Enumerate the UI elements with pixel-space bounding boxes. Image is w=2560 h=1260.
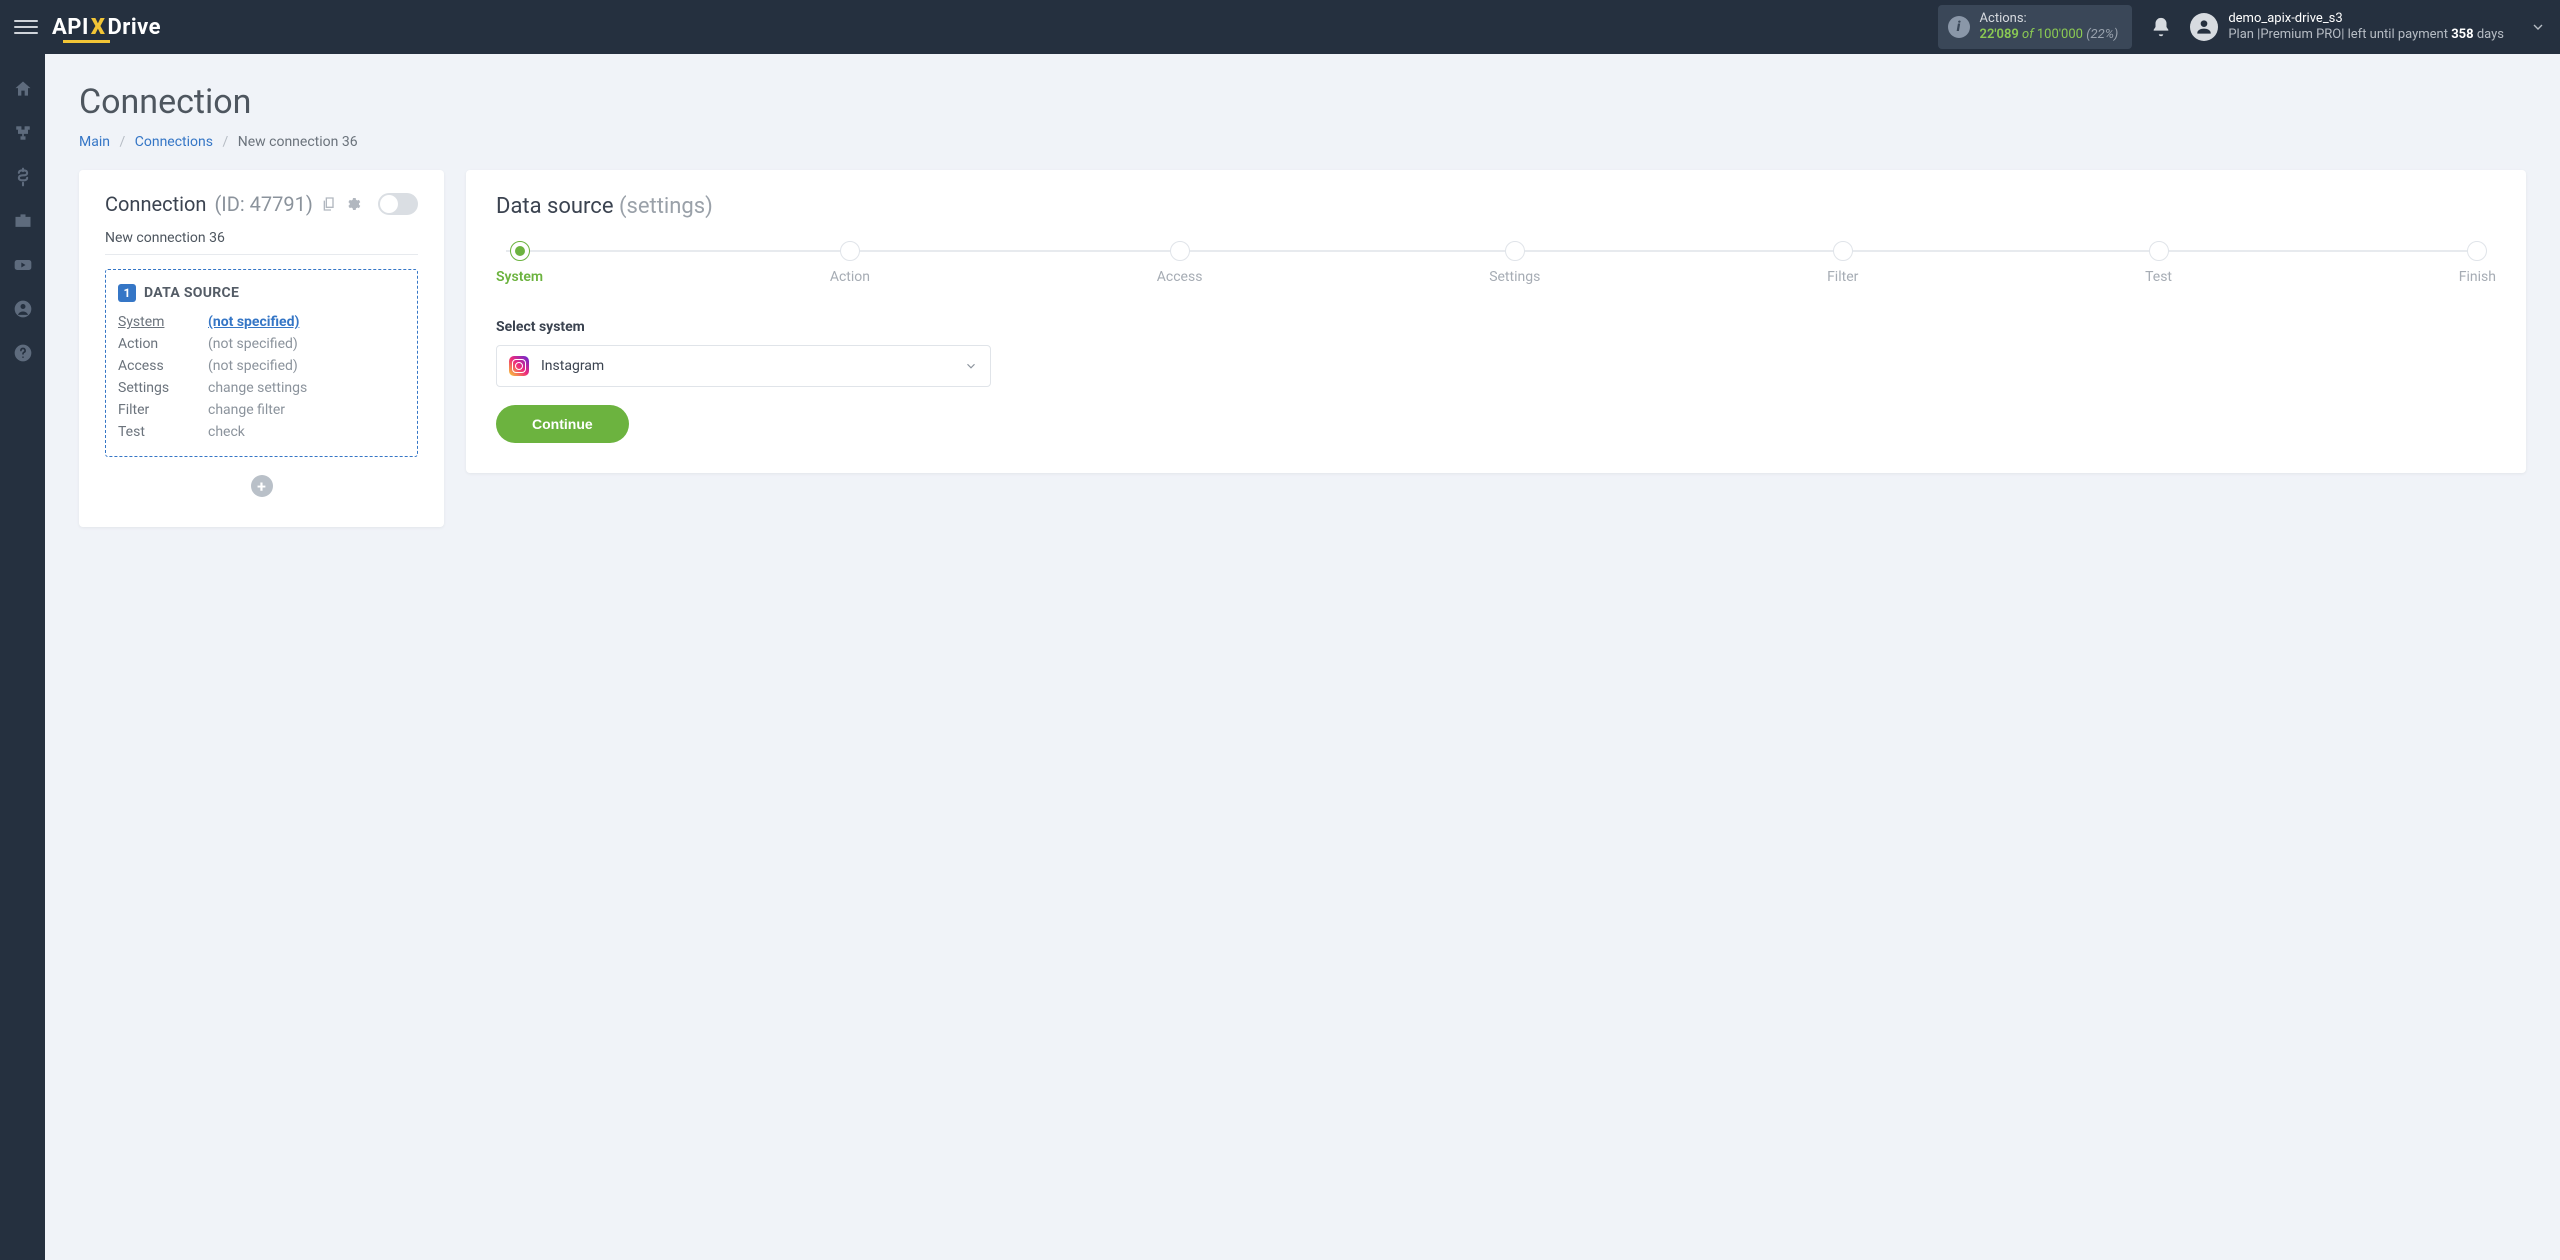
- nav-video-icon[interactable]: [12, 254, 34, 276]
- chevron-down-icon: [2530, 19, 2546, 35]
- step-label: Action: [830, 269, 870, 285]
- header: API X Drive i Actions: 22'089 of 100'000…: [0, 0, 2560, 54]
- ds-row-label: Filter: [118, 402, 208, 418]
- ds-row-label: Test: [118, 424, 208, 440]
- step-label: System: [496, 269, 543, 285]
- connection-summary-card: Connection (ID: 47791) New connection 36…: [79, 170, 444, 527]
- data-source-box: 1 DATA SOURCE System(not specified)Actio…: [105, 269, 418, 457]
- logo-post: Drive: [107, 15, 161, 40]
- step-circle: [840, 241, 860, 261]
- user-menu[interactable]: demo_apix-drive_s3 Plan |Premium PRO| le…: [2190, 11, 2546, 44]
- step-label: Filter: [1827, 269, 1858, 285]
- notifications-icon[interactable]: [2150, 16, 2172, 38]
- step-finish[interactable]: Finish: [2459, 241, 2496, 285]
- breadcrumb: Main / Connections / New connection 36: [79, 134, 2526, 150]
- connection-id: (ID: 47791): [214, 192, 312, 216]
- nav-help-icon[interactable]: [12, 342, 34, 364]
- sidebar: [0, 54, 45, 1260]
- step-circle: [1170, 241, 1190, 261]
- add-destination-button[interactable]: +: [251, 475, 273, 497]
- user-name: demo_apix-drive_s3: [2228, 11, 2504, 27]
- ds-row-value: change settings: [208, 380, 405, 396]
- actions-usage-box[interactable]: i Actions: 22'089 of 100'000 (22%): [1938, 5, 2133, 50]
- chevron-down-icon: [964, 359, 978, 373]
- ds-row-value: (not specified): [208, 336, 405, 352]
- logo-x: X: [91, 15, 106, 40]
- breadcrumb-connections[interactable]: Connections: [135, 134, 213, 150]
- breadcrumb-main[interactable]: Main: [79, 134, 110, 150]
- nav-briefcase-icon[interactable]: [12, 210, 34, 232]
- continue-button[interactable]: Continue: [496, 405, 629, 443]
- step-label: Test: [2145, 269, 2172, 285]
- actions-label: Actions:: [1980, 11, 2119, 27]
- step-action[interactable]: Action: [830, 241, 870, 285]
- connection-heading: Connection: [105, 192, 206, 216]
- ds-row-value[interactable]: (not specified): [208, 314, 405, 330]
- ds-row-value: check: [208, 424, 405, 440]
- ds-row-label: Access: [118, 358, 208, 374]
- step-filter[interactable]: Filter: [1827, 241, 1858, 285]
- breadcrumb-current: New connection 36: [238, 134, 358, 150]
- step-circle: [510, 241, 530, 261]
- ds-row-label: Settings: [118, 380, 208, 396]
- step-access[interactable]: Access: [1157, 241, 1203, 285]
- settings-heading: Data source (settings): [496, 194, 2496, 219]
- logo[interactable]: API X Drive: [52, 15, 161, 40]
- ds-row-value: (not specified): [208, 358, 405, 374]
- ds-row-value: change filter: [208, 402, 405, 418]
- step-label: Access: [1157, 269, 1203, 285]
- step-circle: [2467, 241, 2487, 261]
- select-system-label: Select system: [496, 319, 2496, 335]
- connection-enabled-toggle[interactable]: [378, 193, 418, 215]
- nav-home-icon[interactable]: [12, 78, 34, 100]
- step-settings[interactable]: Settings: [1489, 241, 1540, 285]
- main-content: Connection Main / Connections / New conn…: [45, 54, 2560, 1260]
- ds-row-label: Action: [118, 336, 208, 352]
- step-test[interactable]: Test: [2145, 241, 2172, 285]
- info-icon: i: [1948, 16, 1970, 38]
- nav-connections-icon[interactable]: [12, 122, 34, 144]
- data-source-title: DATA SOURCE: [144, 285, 239, 301]
- system-select[interactable]: Instagram: [496, 345, 991, 387]
- step-circle: [1833, 241, 1853, 261]
- step-label: Finish: [2459, 269, 2496, 285]
- system-select-value: Instagram: [541, 358, 604, 374]
- nav-billing-icon[interactable]: [12, 166, 34, 188]
- nav-account-icon[interactable]: [12, 298, 34, 320]
- user-plan: Plan |Premium PRO| left until payment 35…: [2228, 27, 2504, 43]
- connection-name[interactable]: New connection 36: [105, 230, 418, 255]
- data-source-number: 1: [118, 284, 136, 302]
- instagram-icon: [509, 356, 529, 376]
- ds-row-label: System: [118, 314, 208, 330]
- gear-icon[interactable]: [345, 196, 361, 212]
- data-source-settings-card: Data source (settings) System Action Acces…: [466, 170, 2526, 473]
- step-label: Settings: [1489, 269, 1540, 285]
- step-circle: [2149, 241, 2169, 261]
- stepper: System Action Access Settings Filter Test Fini…: [496, 241, 2496, 285]
- logo-pre: API: [52, 15, 89, 40]
- user-avatar-icon: [2190, 13, 2218, 41]
- copy-icon[interactable]: [321, 196, 337, 212]
- actions-value: 22'089 of 100'000 (22%): [1980, 27, 2119, 43]
- step-system[interactable]: System: [496, 241, 543, 285]
- page-title: Connection: [79, 82, 2526, 122]
- step-circle: [1505, 241, 1525, 261]
- menu-toggle[interactable]: [14, 15, 38, 39]
